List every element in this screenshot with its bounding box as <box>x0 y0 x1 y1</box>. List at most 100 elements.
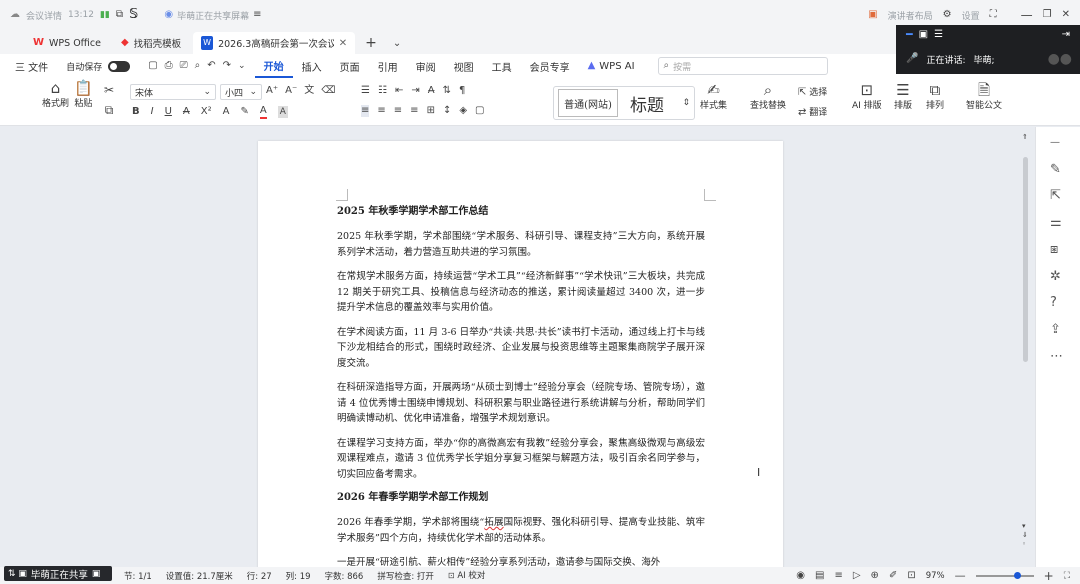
print-icon[interactable]: ⎚ <box>180 60 188 72</box>
tab-insert[interactable]: 插入 <box>293 54 331 78</box>
file-menu[interactable]: 三 文件 <box>6 54 57 78</box>
minimize-overlay-icon[interactable]: ━ <box>906 28 913 41</box>
sort-icon[interactable]: ⇅ <box>443 85 451 97</box>
collapse-icon[interactable]: — <box>1050 137 1060 148</box>
italic-icon[interactable]: I <box>151 106 154 118</box>
pen-icon[interactable]: ✎ <box>1050 162 1061 177</box>
share-out-icon[interactable]: ⇪ <box>1050 322 1061 337</box>
page-view-icon[interactable]: ▤ <box>815 570 824 582</box>
style-heading[interactable]: 标题 <box>630 91 664 116</box>
grow-font-icon[interactable]: A⁺ <box>266 85 278 97</box>
align-left-icon[interactable]: ≡ <box>361 105 370 117</box>
pinyin-icon[interactable]: 文 <box>304 85 314 97</box>
save-icon[interactable]: ▢ <box>148 60 157 72</box>
clear-format-icon[interactable]: ⌫ <box>321 85 335 97</box>
bold-icon[interactable]: B <box>132 106 140 118</box>
search-input[interactable]: ⌕ 按需 <box>657 57 828 75</box>
tab-home[interactable]: 开始 <box>254 54 293 78</box>
tab-wps-ai[interactable]: ▲ WPS AI <box>579 54 644 78</box>
autosave-toggle[interactable]: 自动保存 <box>57 54 139 78</box>
char-shading-icon[interactable]: A <box>277 106 288 118</box>
zoom-out-icon[interactable]: — <box>955 569 966 582</box>
tab-page[interactable]: 页面 <box>331 54 369 78</box>
document-body[interactable]: 2025 年秋季学期学术部工作总结 2025 年秋季学期，学术部围绕“学术服务、… <box>337 205 705 580</box>
cut-icon[interactable]: ✂ <box>104 84 114 96</box>
undo-icon[interactable]: ↶ <box>207 60 215 72</box>
pointer-icon[interactable]: ⇱ <box>1050 188 1061 203</box>
show-marks-icon[interactable]: ¶ <box>459 85 465 97</box>
tab-tools[interactable]: 工具 <box>483 54 521 78</box>
scroll-page-controls-icon[interactable]: ▾ ⇓ ◦ <box>1022 522 1028 549</box>
help-icon[interactable]: ? <box>1050 295 1057 310</box>
font-name-select[interactable]: 宋体 ⌄ <box>130 84 216 100</box>
decrease-indent-icon[interactable]: ⇤ <box>395 85 403 97</box>
style-set-button[interactable]: ✍ 样式集 <box>700 83 727 112</box>
image-edit-icon[interactable]: ⧆ <box>1050 242 1058 257</box>
tab-member[interactable]: 会员专享 <box>521 54 579 78</box>
align-right-icon[interactable]: ≡ <box>394 105 402 117</box>
increase-indent-icon[interactable]: ⇥ <box>411 85 419 97</box>
shrink-font-icon[interactable]: A⁻ <box>285 85 297 97</box>
font-size-select[interactable]: 小四 ⌄ <box>220 84 262 100</box>
zoom-in-icon[interactable]: + <box>1044 570 1054 582</box>
word-count[interactable]: 字数: 866 <box>325 570 364 582</box>
tab-templates[interactable]: ◆ 找稻壳模板 <box>113 32 189 54</box>
pen-view-icon[interactable]: ✐ <box>889 570 897 582</box>
document-canvas[interactable]: 2025 年秋季学期学术部工作总结 2025 年秋季学期，学术部围绕“学术服务、… <box>0 127 1080 581</box>
restore-icon[interactable]: ❐ <box>1043 9 1052 21</box>
ai-layout-button[interactable]: ⊡ AI 排版 <box>852 83 882 112</box>
zoom-slider[interactable] <box>975 571 1034 579</box>
bullet-list-icon[interactable]: ☰ <box>361 85 370 97</box>
distribute-icon[interactable]: ⊞ <box>427 105 435 117</box>
font-color-icon[interactable]: A <box>259 105 267 119</box>
layout-icon[interactable]: ▣ <box>868 9 877 21</box>
tab-references[interactable]: 引用 <box>369 54 407 78</box>
new-tab-button[interactable]: + <box>359 32 383 54</box>
close-icon[interactable]: ✕ <box>1062 9 1070 21</box>
justify-icon[interactable]: ≡ <box>410 105 418 117</box>
settings-button[interactable]: 设置 <box>962 9 980 22</box>
scrollbar-thumb[interactable] <box>1023 157 1028 362</box>
more-icon[interactable]: ⋯ <box>1050 349 1063 364</box>
fit-page-icon[interactable]: ⊡ <box>907 570 915 582</box>
popout-icon[interactable]: ⧉ <box>116 9 123 21</box>
spellcheck-marked-word[interactable]: 拓展 <box>484 517 503 528</box>
autosave-switch[interactable] <box>108 60 131 72</box>
gallery-scroll-icon[interactable]: ⇕ <box>682 97 690 109</box>
paste-button[interactable]: 📋 粘贴 <box>74 81 93 110</box>
play-icon[interactable]: ▷ <box>853 570 861 582</box>
tab-close-icon[interactable]: ✕ <box>339 38 347 49</box>
fullscreen-icon[interactable]: ⛶ <box>990 9 997 21</box>
window-icon[interactable]: ▣ <box>919 29 928 41</box>
document-page[interactable]: 2025 年秋季学期学术部工作总结 2025 年秋季学期，学术部围绕“学术服务、… <box>258 141 783 581</box>
select-button[interactable]: ⇱ 选择 <box>798 85 827 99</box>
align-center-icon[interactable]: ≡ <box>377 105 385 117</box>
speaker-layout-button[interactable]: 演讲者布局 <box>888 9 933 22</box>
scroll-top-icon[interactable]: ⇑ <box>1022 131 1028 143</box>
tab-wps-office[interactable]: W WPS Office <box>25 32 109 54</box>
web-view-icon[interactable]: ⊕ <box>871 570 879 582</box>
superscript-icon[interactable]: X² <box>201 106 212 118</box>
outline-view-icon[interactable]: ≡ <box>834 570 842 582</box>
highlight-icon[interactable]: ✎ <box>240 106 248 118</box>
collapse-panel-icon[interactable]: ⇥ <box>1062 29 1070 41</box>
tab-dropdown-icon[interactable]: ⌄ <box>387 32 407 54</box>
meeting-details-label[interactable]: 会议详情 <box>26 9 62 22</box>
line-spacing-icon[interactable]: ↕ <box>443 105 451 117</box>
more-chevron-icon[interactable]: ⌄ <box>238 60 246 72</box>
arrange-button[interactable]: ⧉ 排列 <box>926 83 944 112</box>
underline-icon[interactable]: U <box>165 106 172 118</box>
vertical-scrollbar[interactable]: ⇑ ▾ ⇓ ◦ <box>1019 127 1033 567</box>
ai-check-button[interactable]: ⊡ AI 校对 <box>448 569 485 582</box>
copy-icon[interactable]: ⧉ <box>105 104 114 116</box>
strikethrough-icon[interactable]: A <box>183 106 190 118</box>
export-pdf-icon[interactable]: ⎙ <box>165 60 173 72</box>
shading-icon[interactable]: ◈ <box>459 105 467 117</box>
tab-view[interactable]: 视图 <box>445 54 483 78</box>
list-icon[interactable]: ☰ <box>934 29 943 41</box>
text-direction-icon[interactable]: A̶ <box>428 85 435 97</box>
smart-doc-button[interactable]: 🗎 智能公文 <box>966 83 1002 112</box>
redo-icon[interactable]: ↷ <box>223 60 231 72</box>
menu-lines-icon[interactable]: ≡ <box>253 9 261 21</box>
minimize-icon[interactable]: — <box>1021 9 1033 21</box>
